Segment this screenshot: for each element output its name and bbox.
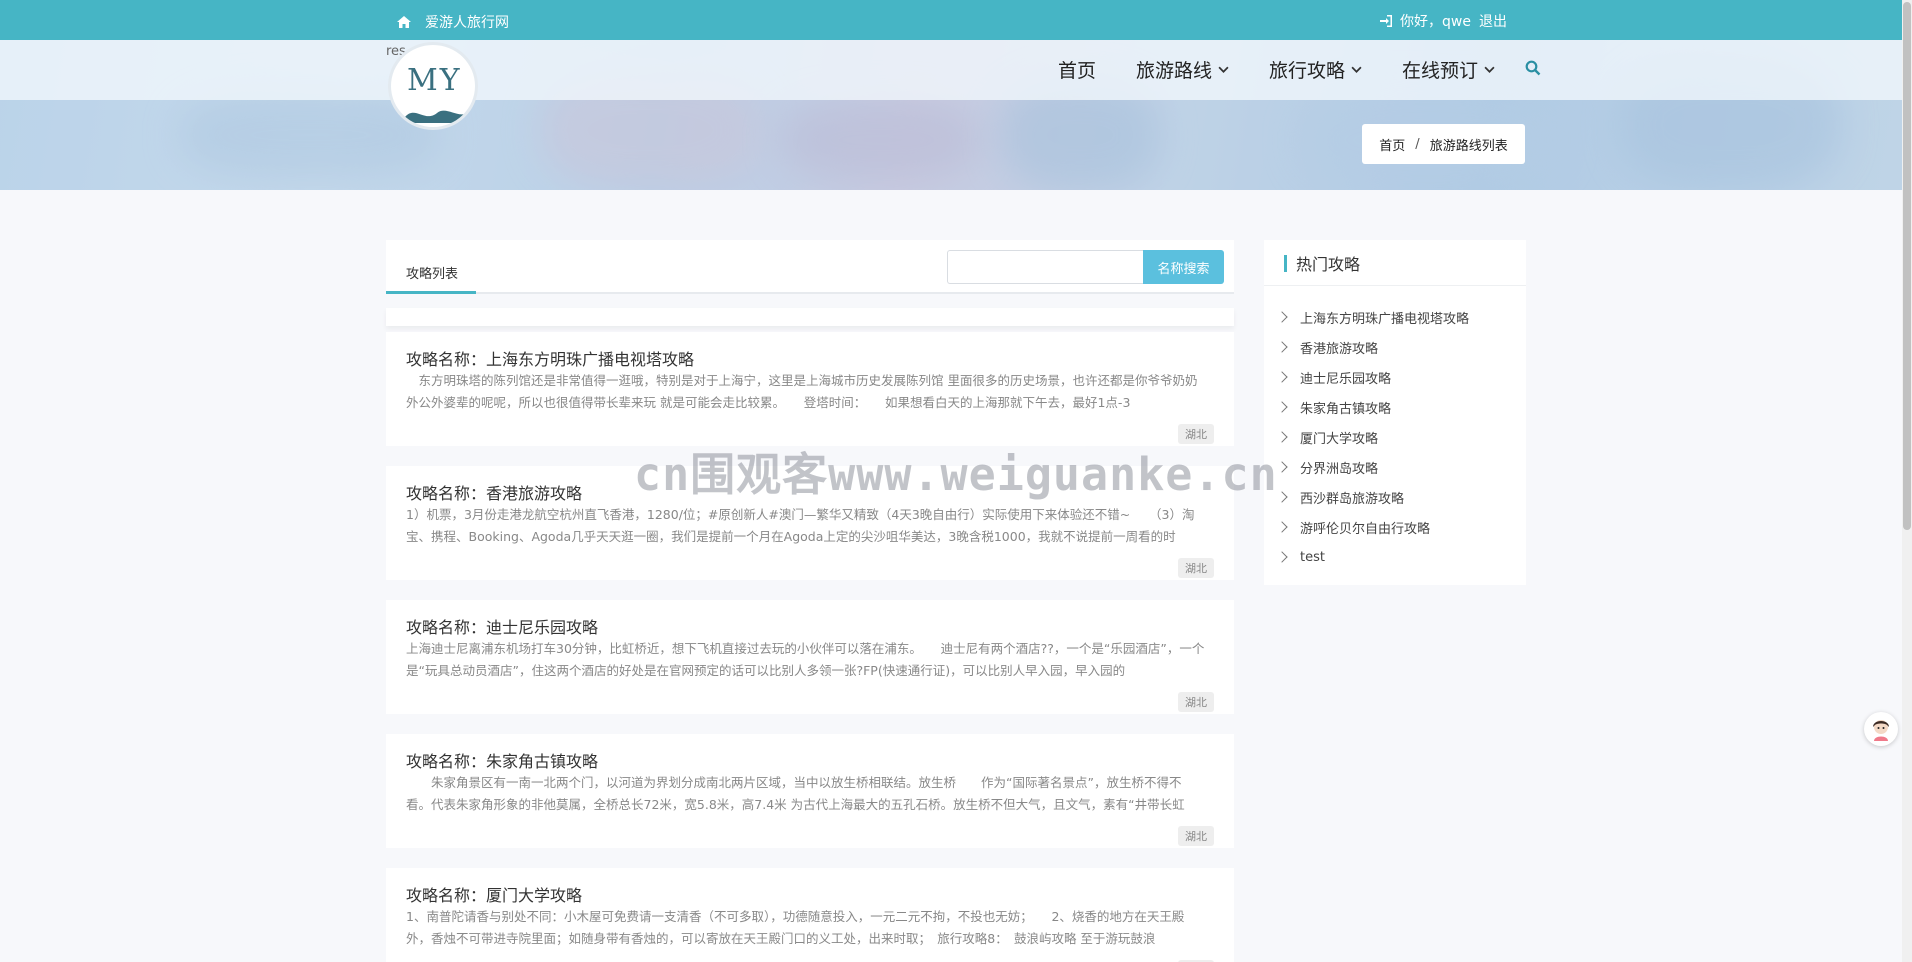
list-item-description: 上海迪士尼离浦东机场打车30分钟，比虹桥近，想下飞机直接过去玩的小伙伴可以落在浦… <box>406 641 1205 678</box>
list-item-description: 1）机票，3月份走港龙航空杭州直飞香港，1280/位；#原创新人#澳门—繁华又精… <box>406 507 1195 544</box>
list-divider <box>386 308 1234 326</box>
list-item-title[interactable]: 攻略名称：香港旅游攻略 <box>406 480 582 504</box>
list-item-description: 东方明珠塔的陈列馆还是非常值得一逛哦，特别是对于上海宁，这里是上海城市历史发展陈… <box>406 373 1198 410</box>
breadcrumb-current: 旅游路线列表 <box>1429 138 1508 154</box>
site-name: 爱游人旅行网 <box>425 15 509 31</box>
search-icon[interactable] <box>1525 59 1541 81</box>
chevron-right-icon <box>1276 461 1288 473</box>
nav-guides[interactable]: 旅行攻略 <box>1269 56 1362 83</box>
nav-booking[interactable]: 在线预订 <box>1402 56 1495 83</box>
chevron-down-icon <box>1218 66 1229 73</box>
chevron-right-icon <box>1276 401 1288 413</box>
sidebar-item[interactable]: test <box>1264 542 1526 572</box>
page-scrollbar[interactable] <box>1902 0 1912 962</box>
region-tag: 湖北 <box>1178 558 1214 578</box>
tab-guide-list[interactable]: 攻略列表 <box>406 263 458 282</box>
list-toolbar: 攻略列表 名称搜索 <box>386 240 1234 294</box>
list-item[interactable]: 攻略名称：迪士尼乐园攻略 上海迪士尼离浦东机场打车30分钟，比虹桥近，想下飞机直… <box>386 600 1234 714</box>
nav-home[interactable]: 首页 <box>1058 56 1096 83</box>
sidebar-header: 热门攻略 <box>1264 240 1526 286</box>
chevron-right-icon <box>1276 311 1288 323</box>
nav-routes[interactable]: 旅游路线 <box>1136 56 1229 83</box>
sign-in-icon <box>1380 15 1393 27</box>
hot-guides-list: 上海东方明珠广播电视塔攻略 香港旅游攻略 迪士尼乐园攻略 朱家角古镇攻略 厦门大… <box>1264 302 1526 572</box>
tab-active-indicator <box>386 291 476 294</box>
list-item-title[interactable]: 攻略名称：上海东方明珠广播电视塔攻略 <box>406 346 694 370</box>
watermark: cn围观客www.weiguanke.cn <box>634 448 1278 501</box>
guide-list-panel: 攻略列表 名称搜索 攻略名称：上海东方明珠广播电视塔攻略 东方明珠塔的陈列馆还是… <box>386 240 1234 962</box>
search-input[interactable] <box>947 250 1143 284</box>
sidebar-item[interactable]: 西沙群岛旅游攻略 <box>1264 482 1526 512</box>
breadcrumb-home[interactable]: 首页 <box>1379 135 1405 154</box>
main-nav: 首页 旅游路线 旅行攻略 在线预订 <box>1058 56 1541 83</box>
logo-wave-icon <box>405 110 471 123</box>
title-accent-bar <box>1284 255 1287 272</box>
logo-text: MY <box>407 63 462 98</box>
sidebar-item[interactable]: 游呼伦贝尔自由行攻略 <box>1264 512 1526 542</box>
sidebar-item[interactable]: 分界洲岛攻略 <box>1264 452 1526 482</box>
chevron-right-icon <box>1276 521 1288 533</box>
list-item[interactable]: 攻略名称：朱家角古镇攻略 朱家角景区有一南一北两个门，以河道为界划分成南北两片区… <box>386 734 1234 848</box>
search-button[interactable]: 名称搜索 <box>1143 250 1224 284</box>
breadcrumb: 首页 / 旅游路线列表 <box>1362 124 1525 164</box>
sidebar-item[interactable]: 上海东方明珠广播电视塔攻略 <box>1264 302 1526 332</box>
chevron-down-icon <box>1351 66 1362 73</box>
list-item[interactable]: 攻略名称：上海东方明珠广播电视塔攻略 东方明珠塔的陈列馆还是非常值得一逛哦，特别… <box>386 332 1234 446</box>
header-banner <box>0 40 1902 190</box>
list-item-description: 朱家角景区有一南一北两个门，以河道为界划分成南北两片区域，当中以放生桥相联结。放… <box>406 775 1185 812</box>
logout-link[interactable]: 退出 <box>1479 11 1507 31</box>
chevron-right-icon <box>1276 371 1288 383</box>
list-item[interactable]: 攻略名称：厦门大学攻略 1、南普陀请香与别处不同：小木屋可免费请一支清香（不可多… <box>386 868 1234 962</box>
hot-guides-sidebar: 热门攻略 上海东方明珠广播电视塔攻略 香港旅游攻略 迪士尼乐园攻略 朱家角古镇攻… <box>1264 240 1526 585</box>
chevron-right-icon <box>1276 431 1288 443</box>
list-item-description: 1、南普陀请香与别处不同：小木屋可免费请一支清香（不可多取），功德随意投入，一元… <box>406 909 1185 946</box>
sidebar-title: 热门攻略 <box>1296 254 1361 274</box>
list-item-title[interactable]: 攻略名称：迪士尼乐园攻略 <box>406 614 598 638</box>
sidebar-item[interactable]: 迪士尼乐园攻略 <box>1264 362 1526 392</box>
list-item-title[interactable]: 攻略名称：朱家角古镇攻略 <box>406 748 598 772</box>
site-logo[interactable]: MY <box>388 42 478 130</box>
home-icon <box>397 16 411 28</box>
breadcrumb-separator: / <box>1415 136 1420 152</box>
chevron-right-icon <box>1276 491 1288 503</box>
chevron-right-icon <box>1276 341 1288 353</box>
top-bar: 爱游人旅行网 你好，qwe 退出 <box>0 0 1902 40</box>
region-tag: 湖北 <box>1178 692 1214 712</box>
chevron-right-icon <box>1276 551 1288 563</box>
chevron-down-icon <box>1484 66 1495 73</box>
support-avatar-button[interactable] <box>1864 712 1898 746</box>
sidebar-item[interactable]: 朱家角古镇攻略 <box>1264 392 1526 422</box>
sidebar-item[interactable]: 香港旅游攻略 <box>1264 332 1526 362</box>
list-item-title[interactable]: 攻略名称：厦门大学攻略 <box>406 882 582 906</box>
site-home-link[interactable]: 爱游人旅行网 <box>397 12 509 32</box>
user-greeting[interactable]: 你好，qwe <box>1400 11 1471 31</box>
region-tag: 湖北 <box>1178 826 1214 846</box>
scrollbar-thumb[interactable] <box>1903 2 1911 530</box>
avatar-icon <box>1873 720 1889 741</box>
sidebar-item[interactable]: 厦门大学攻略 <box>1264 422 1526 452</box>
